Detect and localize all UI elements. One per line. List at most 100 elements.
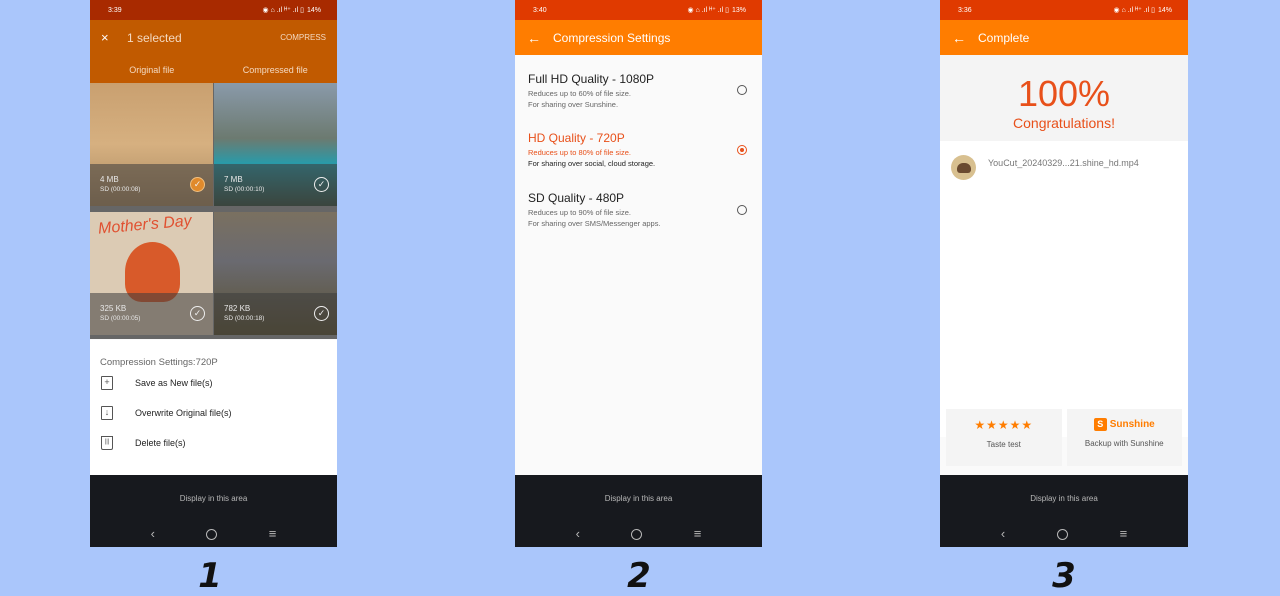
back-arrow-icon[interactable]: ← bbox=[952, 30, 978, 46]
check-icon[interactable]: ✓ bbox=[190, 305, 205, 321]
nav-back-icon[interactable]: ‹ bbox=[1001, 526, 1005, 541]
check-icon[interactable]: ✓ bbox=[314, 305, 329, 321]
card-label: Backup with Sunshine bbox=[1084, 439, 1164, 448]
video-info: 7 MB SD (00:00:10) ✓ bbox=[214, 164, 337, 206]
option-title: HD Quality - 720P bbox=[528, 131, 625, 145]
option-480p[interactable]: SD Quality - 480P Reduces up to 90% of f… bbox=[515, 175, 762, 235]
video-duration: SD (00:00:10) bbox=[224, 186, 265, 193]
option-desc: For sharing over social, cloud storage. bbox=[528, 159, 656, 168]
brand-name: Sunshine bbox=[1109, 419, 1155, 430]
video-duration: SD (00:00:05) bbox=[100, 314, 141, 322]
sunshine-logo: S Sunshine bbox=[1067, 409, 1183, 431]
compress-button[interactable]: COMPRESS bbox=[280, 33, 326, 42]
selection-bar: × 1 selected COMPRESS bbox=[90, 20, 337, 55]
quality-options: Full HD Quality - 1080P Reduces up to 60… bbox=[515, 55, 762, 235]
status-time: 3:40 bbox=[533, 6, 547, 14]
overwrite-original-button[interactable]: ↓ Overwrite Original file(s) bbox=[90, 398, 337, 428]
video-info: 782 KB SD (00:00:18) ✓ bbox=[214, 292, 337, 335]
page-title: Complete bbox=[978, 30, 1030, 45]
battery-level: 14% bbox=[306, 6, 321, 14]
nav-menu-icon[interactable]: ≡ bbox=[694, 526, 702, 541]
radio-button[interactable] bbox=[737, 205, 747, 215]
back-arrow-icon[interactable]: ← bbox=[527, 30, 553, 46]
option-1080p[interactable]: Full HD Quality - 1080P Reduces up to 60… bbox=[515, 55, 762, 115]
trash-icon: ||| bbox=[101, 436, 113, 450]
video-duration: SD (00:00:08) bbox=[100, 186, 141, 193]
video-size: 4 MB bbox=[100, 175, 119, 184]
nav-menu-icon[interactable]: ≡ bbox=[1120, 526, 1128, 541]
ad-placeholder-text: Display in this area bbox=[1030, 494, 1098, 503]
video-tile[interactable]: 782 KB SD (00:00:18) ✓ bbox=[214, 211, 337, 335]
nav-home-icon[interactable] bbox=[206, 529, 218, 540]
option-desc: For sharing over Sunshine. bbox=[528, 100, 619, 109]
file-name: YouCut_20240329...21.shine_hd.mp4 bbox=[988, 157, 1139, 168]
add-file-icon: + bbox=[101, 376, 113, 390]
status-icons: ◉ ⌂ .ıl ᴴ⁺ .ıl ▯ bbox=[687, 7, 729, 14]
system-navbar: ‹ ≡ bbox=[940, 526, 1188, 541]
item-label: Overwrite Original file(s) bbox=[135, 408, 232, 418]
item-label: Delete file(s) bbox=[135, 438, 186, 448]
backup-sunshine-card[interactable]: S Sunshine Backup with Sunshine bbox=[1066, 409, 1183, 466]
nav-home-icon[interactable] bbox=[631, 529, 643, 540]
nav-home-icon[interactable] bbox=[1056, 529, 1068, 540]
rate-card[interactable]: ★★★★★ Taste test bbox=[946, 409, 1062, 466]
ad-placeholder-text: Display in this area bbox=[604, 494, 673, 503]
thumbnail-text: Mother's Day bbox=[97, 212, 193, 238]
page-title: Compression Settings bbox=[553, 30, 671, 45]
output-file-row[interactable]: YouCut_20240329...21.shine_hd.mp4 bbox=[940, 141, 1188, 194]
file-tabs: Original file Compressed file bbox=[90, 55, 337, 83]
battery-level: 14% bbox=[1157, 6, 1172, 14]
nav-back-icon[interactable]: ‹ bbox=[576, 526, 580, 541]
check-icon[interactable]: ✓ bbox=[190, 177, 205, 192]
card-label: Taste test bbox=[986, 440, 1021, 449]
tab-original-file[interactable]: Original file bbox=[90, 55, 214, 83]
option-desc: Reduces up to 60% of file size. bbox=[528, 89, 631, 98]
tab-compressed-file[interactable]: Compressed file bbox=[214, 55, 338, 83]
status-bar: 3:39 ◉ ⌂ .ıl ᴴ⁺ .ıl ▯ 14% bbox=[90, 0, 337, 20]
progress-percent: 100% bbox=[1017, 73, 1111, 114]
system-navbar: ‹ ≡ bbox=[515, 526, 762, 541]
congrats-text: Congratulations! bbox=[1013, 115, 1115, 131]
ad-placeholder-text: Display in this area bbox=[179, 494, 248, 503]
step-number: 2 bbox=[627, 556, 651, 596]
status-bar: 3:36 ◉ ⌂ .ıl ᴴ⁺ .ıl ▯ 14% bbox=[940, 0, 1188, 20]
option-desc: Reduces up to 80% of file size. bbox=[528, 148, 631, 157]
delete-files-button[interactable]: ||| Delete file(s) bbox=[90, 428, 337, 458]
status-time: 3:39 bbox=[108, 6, 122, 14]
save-as-new-button[interactable]: + Save as New file(s) bbox=[90, 368, 337, 398]
status-time: 3:36 bbox=[958, 6, 972, 14]
radio-button-selected[interactable] bbox=[737, 145, 747, 155]
video-info: 325 KB SD (00:00:05) ✓ bbox=[90, 292, 213, 335]
battery-level: 13% bbox=[731, 6, 746, 14]
sheet-header: Compression Settings:720P bbox=[100, 357, 218, 368]
system-navbar: ‹ ≡ bbox=[90, 526, 337, 541]
nav-menu-icon[interactable]: ≡ bbox=[269, 526, 277, 541]
video-size: 325 KB bbox=[100, 303, 127, 313]
promo-cards: ★★★★★ Taste test S Sunshine Backup with S… bbox=[946, 409, 1182, 466]
option-title: SD Quality - 480P bbox=[528, 191, 625, 205]
file-thumbnail bbox=[951, 155, 976, 180]
ad-area: Display in this area ‹ ≡ bbox=[90, 475, 337, 547]
video-tile[interactable]: 4 MB SD (00:00:08) ✓ bbox=[90, 83, 213, 206]
radio-button[interactable] bbox=[737, 85, 747, 95]
sunshine-icon: S bbox=[1093, 418, 1107, 431]
selection-count: 1 selected bbox=[127, 30, 182, 45]
status-icons: ◉ ⌂ .ıl ᴴ⁺ .ıl ▯ bbox=[262, 7, 304, 14]
video-duration: SD (00:00:18) bbox=[224, 314, 265, 322]
overwrite-icon: ↓ bbox=[101, 406, 113, 420]
compression-action-sheet: Compression Settings:720P + Save as New … bbox=[90, 340, 337, 475]
star-rating-icon: ★★★★★ bbox=[974, 418, 1034, 432]
option-desc: Reduces up to 90% of file size. bbox=[528, 208, 631, 217]
completion-banner: 100% Congratulations! bbox=[940, 55, 1188, 141]
option-720p[interactable]: HD Quality - 720P Reduces up to 80% of f… bbox=[515, 115, 762, 175]
check-icon[interactable]: ✓ bbox=[314, 177, 329, 192]
item-label: Save as New file(s) bbox=[135, 378, 213, 388]
close-icon[interactable]: × bbox=[101, 30, 127, 45]
status-icons: ◉ ⌂ .ıl ᴴ⁺ .ıl ▯ bbox=[1113, 7, 1155, 14]
ad-area: Display in this area ‹ ≡ bbox=[940, 475, 1188, 547]
option-desc: For sharing over SMS/Messenger apps. bbox=[528, 219, 661, 228]
video-tile[interactable]: Mother's Day 325 KB SD (00:00:05) ✓ bbox=[90, 211, 213, 335]
nav-back-icon[interactable]: ‹ bbox=[151, 526, 155, 541]
status-bar: 3:40 ◉ ⌂ .ıl ᴴ⁺ .ıl ▯ 13% bbox=[515, 0, 762, 20]
video-tile[interactable]: 7 MB SD (00:00:10) ✓ bbox=[214, 83, 337, 206]
